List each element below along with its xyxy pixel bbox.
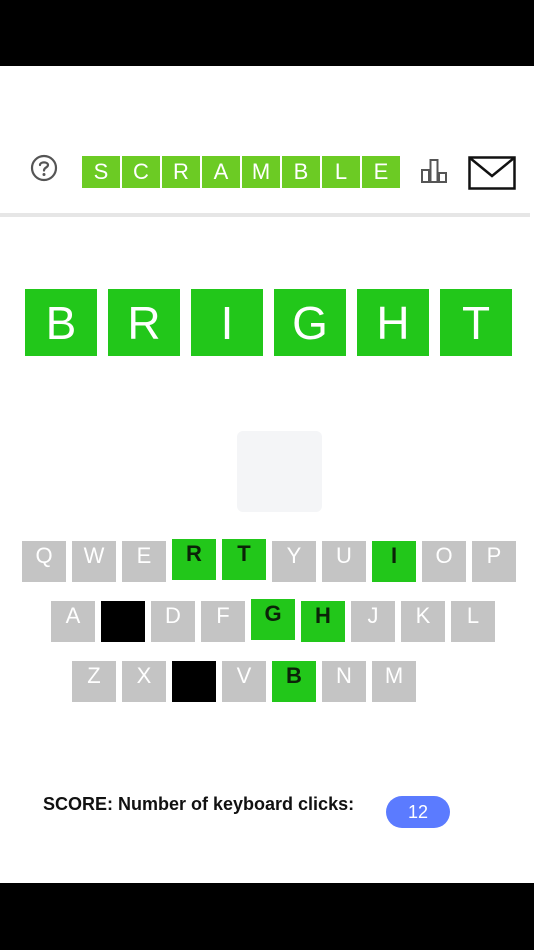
key-p[interactable]: P [472,541,516,582]
key-u[interactable]: U [322,541,366,582]
key-blank[interactable] [172,661,216,702]
bar-chart-icon[interactable] [420,158,448,184]
logo-tile: E [362,156,400,188]
score-line: SCORE: Number of keyboard clicks: 12 [43,794,450,828]
header: S C R A M B L E [0,66,534,216]
key-t[interactable]: T [222,539,266,580]
question-circle-icon[interactable] [30,154,58,182]
key-e[interactable]: E [122,541,166,582]
scramble-logo: S C R A M B L E [82,156,400,188]
key-z[interactable]: Z [72,661,116,702]
key-n[interactable]: N [322,661,366,702]
keyboard-row-2: A D F G H J K L [51,599,495,642]
key-x[interactable]: X [122,661,166,702]
logo-tile: S [82,156,120,188]
logo-tile: M [242,156,280,188]
letter-input-box[interactable] [237,431,322,512]
key-f[interactable]: F [201,601,245,642]
logo-tile: C [122,156,160,188]
logo-tile: A [202,156,240,188]
key-r[interactable]: R [172,539,216,580]
word-tile: B [25,289,97,356]
logo-tile: L [322,156,360,188]
key-g[interactable]: G [251,599,295,640]
header-divider [0,213,530,217]
key-h[interactable]: H [301,601,345,642]
keyboard-row-3: Z X V B N M [72,661,416,702]
word-tile: I [191,289,263,356]
word-tile: T [440,289,512,356]
key-v[interactable]: V [222,661,266,702]
logo-tile: R [162,156,200,188]
key-k[interactable]: K [401,601,445,642]
key-m[interactable]: M [372,661,416,702]
key-l[interactable]: L [451,601,495,642]
word-tile: G [274,289,346,356]
word-tile: H [357,289,429,356]
key-i[interactable]: I [372,541,416,582]
key-a[interactable]: A [51,601,95,642]
key-y[interactable]: Y [272,541,316,582]
key-d[interactable]: D [151,601,195,642]
logo-tile: B [282,156,320,188]
key-blank[interactable] [101,601,145,642]
solved-word: B R I G H T [25,289,512,356]
score-label: SCORE: Number of keyboard clicks: [43,794,355,814]
score-badge: 12 [386,796,450,828]
key-o[interactable]: O [422,541,466,582]
keyboard-row-1: Q W E R T Y U I O P [22,539,516,582]
word-tile: R [108,289,180,356]
key-q[interactable]: Q [22,541,66,582]
key-b[interactable]: B [272,661,316,702]
envelope-icon[interactable] [468,156,516,190]
key-j[interactable]: J [351,601,395,642]
game-screen: S C R A M B L E B R I G H T Q W E R T Y … [0,66,534,883]
key-w[interactable]: W [72,541,116,582]
